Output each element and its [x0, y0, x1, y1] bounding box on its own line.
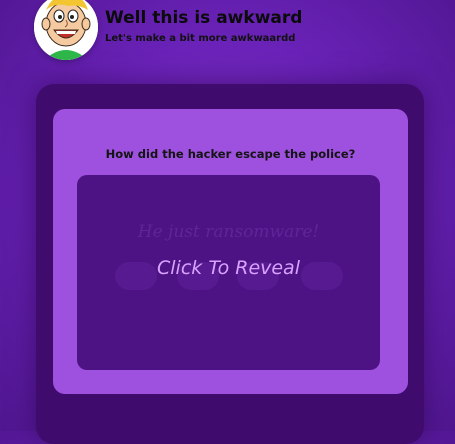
reveal-box[interactable]: He just ransomware! Click To Reveal: [77, 175, 380, 370]
page-subtitle: Let's make a bit more awkwaardd: [105, 33, 296, 44]
header: Well this is awkward Let's make a bit mo…: [0, 0, 455, 70]
click-to-reveal-button[interactable]: Click To Reveal: [77, 257, 380, 279]
joke-answer-obscured: He just ransomware!: [137, 222, 320, 242]
joke-card: How did the hacker escape the police? He…: [53, 109, 408, 394]
joke-question: How did the hacker escape the police?: [105, 147, 356, 161]
avatar: [34, 0, 98, 60]
cartoon-boy-face-icon: [34, 0, 98, 60]
page-title: Well this is awkward: [105, 8, 303, 28]
